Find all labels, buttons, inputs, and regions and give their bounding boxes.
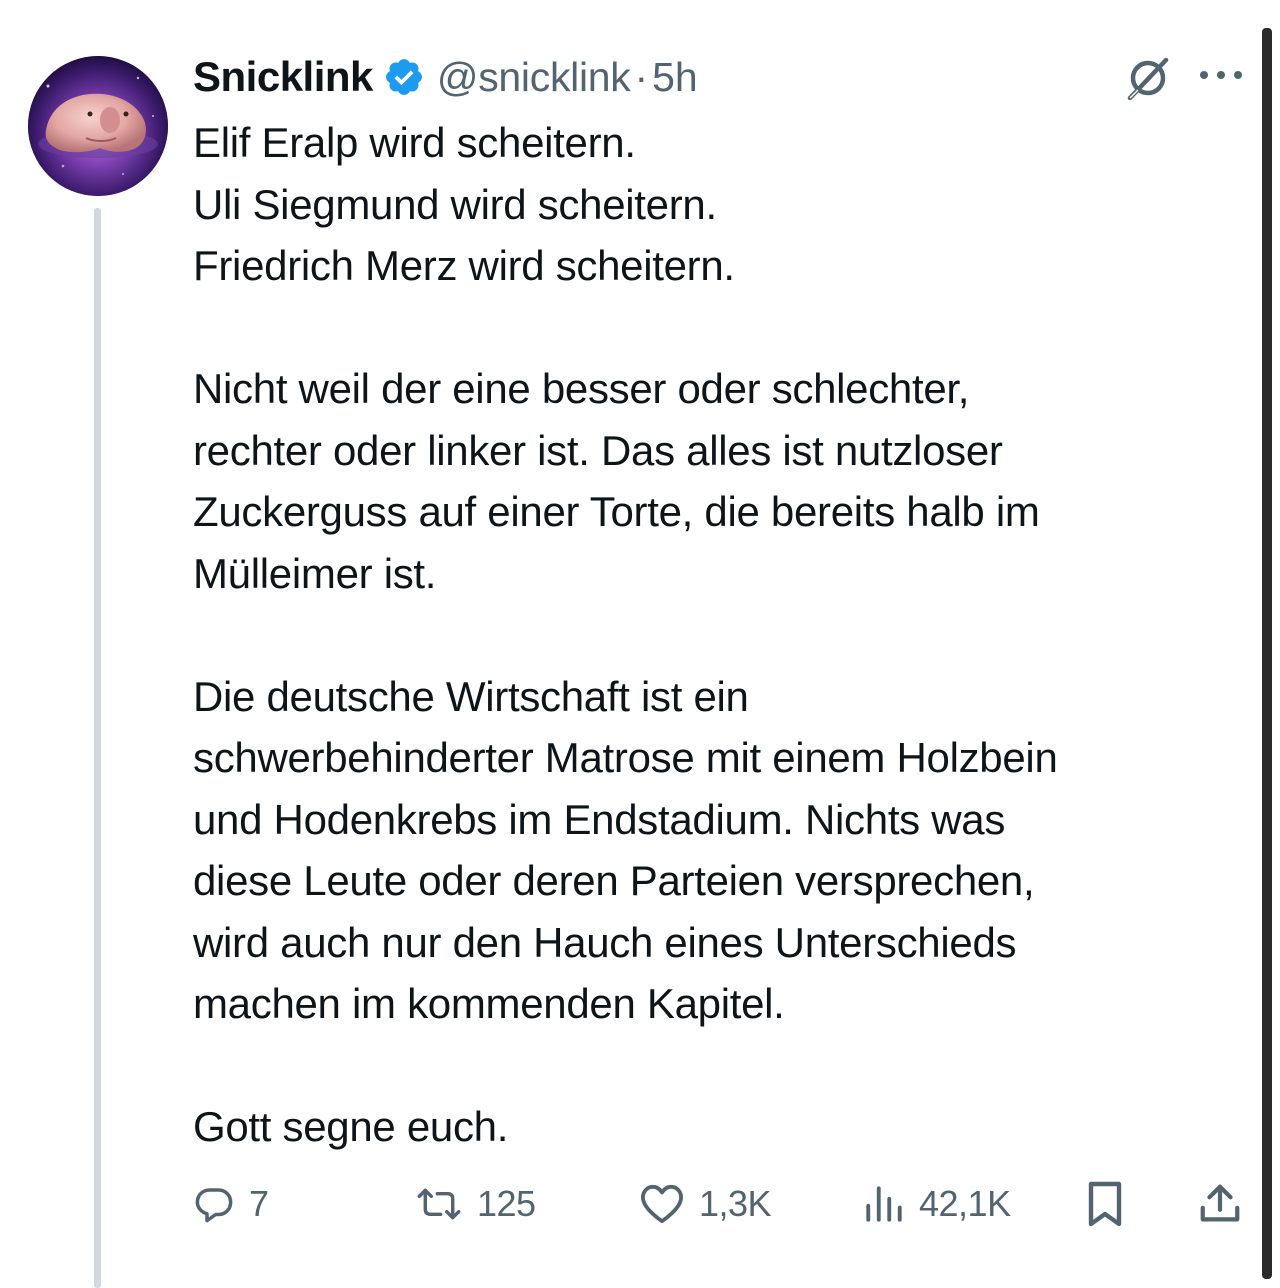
thread-line bbox=[94, 208, 101, 1288]
views-icon bbox=[863, 1183, 905, 1225]
text-line: Gott segne euch. bbox=[193, 1103, 509, 1150]
paragraph: Gott segne euch. bbox=[193, 1096, 1253, 1158]
views-button[interactable]: 42,1K bbox=[863, 1176, 1011, 1232]
tweet[interactable]: Snicklink @snicklink · 5h Elif Eralp wir… bbox=[0, 0, 1280, 1288]
repost-icon bbox=[415, 1183, 463, 1225]
paragraph: Elif Eralp wird scheitern. Uli Siegmund … bbox=[193, 112, 1253, 297]
text-line: diese Leute oder deren Parteien versprec… bbox=[193, 857, 1035, 904]
share-icon bbox=[1197, 1181, 1243, 1227]
text-line: machen im kommenden Kapitel. bbox=[193, 980, 785, 1027]
reply-count: 7 bbox=[249, 1183, 269, 1224]
separator-dot: · bbox=[634, 53, 649, 100]
views-count: 42,1K bbox=[919, 1183, 1011, 1224]
more-icon[interactable] bbox=[1196, 60, 1248, 90]
verified-badge-icon bbox=[383, 56, 425, 98]
bookmark-button[interactable] bbox=[1085, 1176, 1125, 1232]
scrollbar[interactable] bbox=[1262, 28, 1272, 1279]
text-line: Nicht weil der eine besser oder schlecht… bbox=[193, 365, 970, 412]
text-line: schwerbehinderter Matrose mit einem Holz… bbox=[193, 734, 1058, 781]
text-line: rechter oder linker ist. Das alles ist n… bbox=[193, 426, 1003, 474]
handle[interactable]: @snicklink bbox=[437, 54, 631, 101]
display-name[interactable]: Snicklink bbox=[193, 53, 373, 101]
like-button[interactable]: 1,3K bbox=[639, 1176, 772, 1232]
reply-button[interactable]: 7 bbox=[193, 1176, 269, 1232]
like-icon bbox=[639, 1183, 685, 1225]
reply-icon bbox=[193, 1183, 235, 1225]
paragraph: Nicht weil der eine besser oder schlecht… bbox=[193, 358, 1253, 604]
tweet-actions: 7 125 1,3K 42,1K bbox=[193, 1176, 1253, 1232]
text-line: Mülleimer ist. bbox=[193, 549, 437, 597]
text-line: Friedrich Merz wird scheitern. bbox=[193, 242, 735, 289]
text-line: Uli Siegmund wird scheitern. bbox=[193, 180, 717, 228]
text-line: Zuckerguss auf einer Torte, die bereits … bbox=[193, 488, 1040, 535]
tweet-text: Elif Eralp wird scheitern. Uli Siegmund … bbox=[193, 112, 1253, 1158]
grok-icon[interactable] bbox=[1124, 54, 1172, 102]
avatar[interactable] bbox=[28, 56, 168, 196]
repost-count: 125 bbox=[477, 1183, 536, 1224]
share-button[interactable] bbox=[1197, 1176, 1243, 1232]
text-line: wird auch nur den Hauch eines Unterschie… bbox=[193, 918, 1017, 966]
paragraph: Die deutsche Wirtschaft ist ein schwerbe… bbox=[193, 666, 1253, 1035]
timestamp[interactable]: 5h bbox=[652, 54, 698, 101]
tweet-header: Snicklink @snicklink · 5h bbox=[193, 52, 698, 102]
bookmark-icon bbox=[1085, 1180, 1125, 1228]
avatar-image bbox=[28, 56, 168, 196]
text-line: und Hodenkrebs im Endstadium. Nichts was bbox=[193, 795, 1006, 843]
repost-button[interactable]: 125 bbox=[415, 1176, 536, 1232]
like-count: 1,3K bbox=[699, 1183, 772, 1224]
text-line: Die deutsche Wirtschaft ist ein bbox=[193, 672, 749, 720]
text-line: Elif Eralp wird scheitern. bbox=[193, 119, 636, 166]
